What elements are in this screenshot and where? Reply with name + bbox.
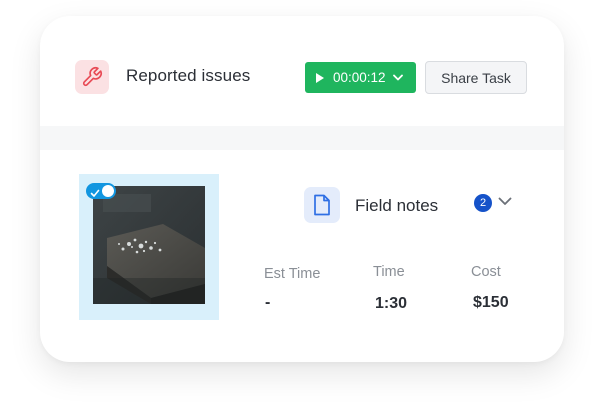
chevron-down-icon bbox=[392, 74, 403, 81]
task-card: Reported issues 00:00:12 Share Task Fiel… bbox=[40, 16, 564, 362]
time-label: Time bbox=[373, 264, 405, 280]
cost-value: $150 bbox=[473, 294, 509, 311]
est-time-value: - bbox=[265, 294, 271, 311]
wrench-icon bbox=[75, 60, 109, 94]
chevron-down-icon[interactable] bbox=[498, 197, 512, 206]
attachment-photo-card[interactable] bbox=[79, 174, 219, 320]
notes-count-badge: 2 bbox=[474, 194, 492, 212]
photo-select-toggle[interactable] bbox=[86, 183, 116, 199]
task-header: Reported issues 00:00:12 Share Task bbox=[40, 16, 564, 126]
play-icon bbox=[315, 72, 325, 84]
cost-label: Cost bbox=[471, 264, 501, 280]
issue-photo[interactable] bbox=[93, 186, 205, 304]
section-divider bbox=[40, 126, 564, 150]
timer-value: 00:00:12 bbox=[333, 70, 386, 85]
document-icon bbox=[304, 187, 340, 223]
check-icon bbox=[90, 185, 100, 203]
task-title: Reported issues bbox=[126, 66, 251, 85]
est-time-label: Est Time bbox=[264, 266, 321, 282]
toggle-knob bbox=[102, 185, 114, 197]
timer-button[interactable]: 00:00:12 bbox=[305, 62, 416, 93]
time-value: 1:30 bbox=[375, 295, 408, 312]
share-task-button[interactable]: Share Task bbox=[425, 61, 527, 94]
field-notes-title: Field notes bbox=[355, 196, 439, 215]
